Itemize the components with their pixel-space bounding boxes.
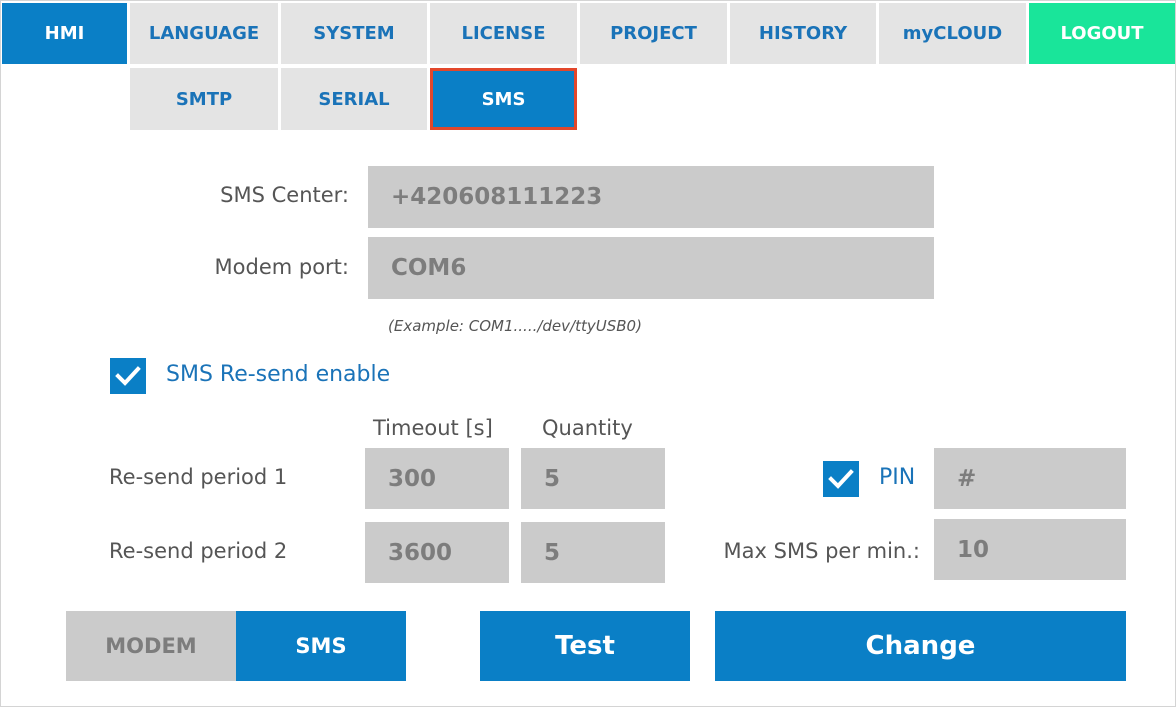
mode-modem-button[interactable]: MODEM <box>66 611 236 681</box>
subtab-serial[interactable]: SERIAL <box>281 68 427 130</box>
modem-port-hint: (Example: COM1...../dev/ttyUSB0) <box>388 317 642 335</box>
resend-enable-checkbox[interactable] <box>110 358 146 394</box>
resend-period-2-label: Re-send period 2 <box>109 539 288 563</box>
timeout-header: Timeout [s] <box>373 416 493 440</box>
period-2-quantity-input[interactable]: 5 <box>521 522 665 583</box>
resend-period-1-label: Re-send period 1 <box>109 465 288 489</box>
checkmark-icon <box>828 469 854 489</box>
checkmark-icon <box>115 366 141 386</box>
modem-port-label: Modem port: <box>214 255 349 279</box>
pin-checkbox[interactable] <box>823 461 859 497</box>
tab-logout[interactable]: LOGOUT <box>1029 3 1175 64</box>
sms-center-label: SMS Center: <box>220 183 349 207</box>
tab-system[interactable]: SYSTEM <box>281 3 427 64</box>
tab-language[interactable]: LANGUAGE <box>130 3 278 64</box>
subtab-sms[interactable]: SMS <box>430 68 577 130</box>
resend-enable-label[interactable]: SMS Re-send enable <box>166 362 390 387</box>
pin-label[interactable]: PIN <box>879 465 915 490</box>
change-button[interactable]: Change <box>715 611 1126 681</box>
period-2-timeout-input[interactable]: 3600 <box>365 522 509 583</box>
quantity-header: Quantity <box>542 416 633 440</box>
period-1-quantity-input[interactable]: 5 <box>521 448 665 509</box>
max-sms-label: Max SMS per min.: <box>723 539 920 563</box>
tab-history[interactable]: HISTORY <box>730 3 876 64</box>
max-sms-input[interactable]: 10 <box>934 519 1126 580</box>
tab-mycloud[interactable]: myCLOUD <box>879 3 1026 64</box>
period-1-timeout-input[interactable]: 300 <box>365 448 509 509</box>
tab-license[interactable]: LICENSE <box>430 3 577 64</box>
mode-sms-button[interactable]: SMS <box>236 611 406 681</box>
sms-center-input[interactable]: +420608111223 <box>368 166 934 228</box>
subtab-smtp[interactable]: SMTP <box>130 68 278 130</box>
tab-hmi[interactable]: HMI <box>2 3 127 64</box>
modem-port-input[interactable]: COM6 <box>368 237 934 299</box>
tab-project[interactable]: PROJECT <box>580 3 727 64</box>
test-button[interactable]: Test <box>480 611 690 681</box>
pin-input[interactable]: # <box>934 448 1126 509</box>
app-window: HMI LANGUAGE SYSTEM LICENSE PROJECT HIST… <box>0 0 1176 707</box>
